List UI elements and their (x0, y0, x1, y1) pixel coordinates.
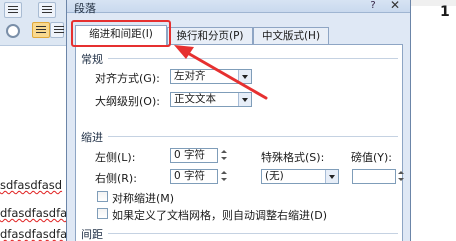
annotation-arrow (174, 45, 268, 100)
annotation-arrow-head (174, 45, 194, 59)
annotation-arrow-shaft (184, 50, 268, 100)
